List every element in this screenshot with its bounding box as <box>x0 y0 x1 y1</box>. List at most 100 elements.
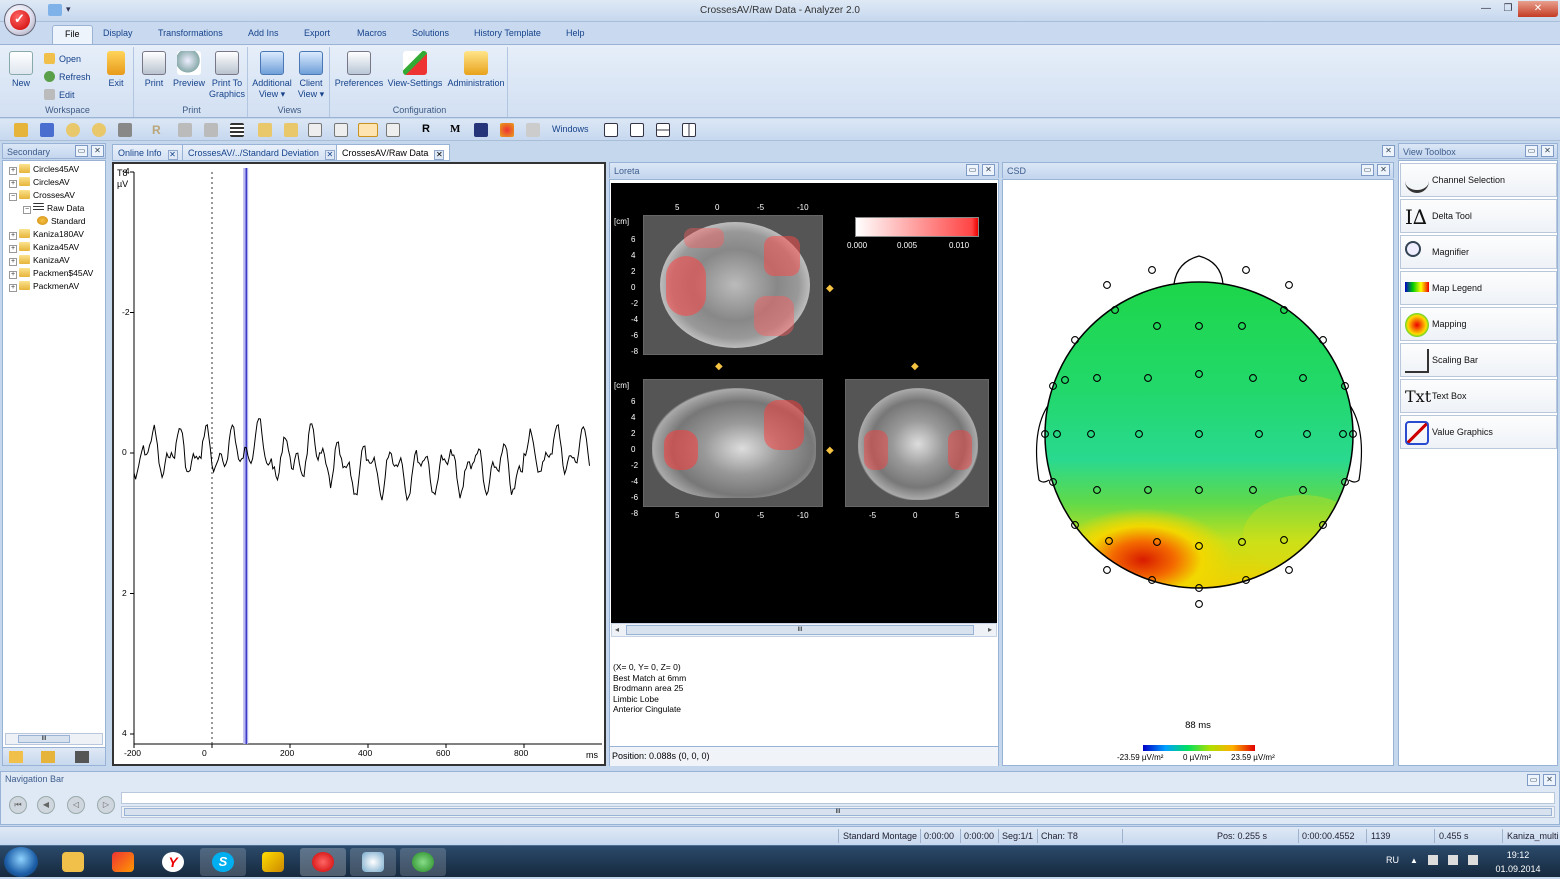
loreta-scrollbar[interactable]: ◂ III ▸ <box>611 623 997 637</box>
secondary-close-button[interactable]: ✕ <box>91 145 104 157</box>
tree-item[interactable]: + Kaniza180AV <box>9 229 84 240</box>
tree-item[interactable]: + KanizaAV <box>9 255 70 266</box>
tree-item[interactable]: Standard <box>37 216 86 226</box>
start-button[interactable] <box>4 847 38 877</box>
tree-item[interactable]: + Circles45AV <box>9 164 79 175</box>
r-bold-icon[interactable]: R <box>422 123 436 137</box>
channels-icon[interactable] <box>230 123 244 137</box>
expander-icon[interactable]: + <box>9 232 17 240</box>
close-icon[interactable]: ✕ <box>434 150 445 160</box>
preferences-button[interactable]: Preferences <box>334 51 384 89</box>
slice-marker-icon[interactable]: ◆ <box>715 361 723 372</box>
expander-icon[interactable]: + <box>9 284 17 292</box>
tray-flag-icon[interactable] <box>1428 855 1438 865</box>
electrode-marker[interactable] <box>1285 566 1293 574</box>
zoom-in-icon[interactable] <box>92 123 106 137</box>
toolbox-pin-button[interactable]: ▭ <box>1525 145 1538 157</box>
navbar-pin-button[interactable]: ▭ <box>1527 774 1540 786</box>
first-page-icon[interactable]: ⏮ <box>9 796 27 814</box>
window-tile-vertical-icon[interactable] <box>682 123 696 137</box>
target-icon[interactable] <box>500 123 514 137</box>
exit-button[interactable]: Exit <box>102 51 130 89</box>
scroll-right-icon[interactable]: ▸ <box>988 625 992 634</box>
reference-icon[interactable]: R <box>152 123 166 137</box>
edit-button[interactable]: Edit <box>44 89 75 101</box>
expander-icon[interactable]: − <box>23 206 31 214</box>
client-view-button[interactable]: Client View ▾ <box>294 51 328 100</box>
wave-icon[interactable] <box>308 123 322 137</box>
electrode-marker[interactable] <box>1103 566 1111 574</box>
language-indicator[interactable]: RU <box>1386 855 1399 865</box>
loreta-pin-button[interactable]: ▭ <box>966 164 979 176</box>
electrode-marker[interactable] <box>1242 266 1250 274</box>
tab-add-ins[interactable]: Add Ins <box>248 28 279 38</box>
tool-delta-tool[interactable]: I∆ Delta Tool <box>1400 199 1557 233</box>
taskbar-yandex[interactable]: Y <box>150 848 196 876</box>
administration-button[interactable]: Administration <box>446 51 506 89</box>
application-menu-button[interactable]: ✓ <box>4 4 36 36</box>
clock-date[interactable]: 01.09.2014 <box>1494 864 1542 874</box>
tree-item[interactable]: + PackmenAV <box>9 281 79 292</box>
tree-item[interactable]: + CirclesAV <box>9 177 70 188</box>
open-button[interactable]: Open <box>44 53 81 65</box>
tool-magnifier[interactable]: Magnifier <box>1400 235 1557 269</box>
secondary-scroll-thumb[interactable]: III <box>18 735 70 743</box>
show-hidden-icons[interactable]: ▲ <box>1410 856 1418 865</box>
scroll-left-icon[interactable]: ◂ <box>615 625 619 634</box>
tab-transformations[interactable]: Transformations <box>158 28 223 38</box>
m-icon[interactable]: M <box>450 123 464 137</box>
tab-file[interactable]: File <box>52 25 93 44</box>
tree-item[interactable]: + Kaniza45AV <box>9 242 79 253</box>
close-icon[interactable]: ✕ <box>324 150 335 160</box>
history-tab-icon[interactable] <box>41 751 55 763</box>
taskbar-app-5[interactable] <box>250 848 296 876</box>
expander-icon[interactable]: + <box>9 258 17 266</box>
arrow-up-icon[interactable] <box>284 123 298 137</box>
taskbar-analyzer[interactable] <box>300 848 346 876</box>
tree-item[interactable]: − Raw Data <box>23 203 84 214</box>
scale-icon[interactable] <box>118 123 132 137</box>
eeg-view[interactable]: T8 µV ms -4-20246 -2000200400600800 <box>112 162 606 879</box>
tab-raw-data[interactable]: CrossesAV/Raw Data ✕ <box>336 144 451 161</box>
close-icon[interactable]: ✕ <box>167 150 178 160</box>
csd-close-button[interactable]: ✕ <box>1377 164 1390 176</box>
folder-tab-icon[interactable] <box>9 751 23 763</box>
tool-text-box[interactable]: Txt Text Box <box>1400 379 1557 413</box>
tab-display[interactable]: Display <box>103 28 133 38</box>
tree-item[interactable]: + Packmen$45AV <box>9 268 93 279</box>
tool-icon[interactable] <box>204 123 218 137</box>
sagittal-slice-frame[interactable] <box>643 379 823 507</box>
minimize-button[interactable]: — <box>1474 1 1498 17</box>
open-icon[interactable] <box>14 123 28 137</box>
expander-icon[interactable]: + <box>9 167 17 175</box>
tab-export[interactable]: Export <box>304 28 330 38</box>
taskbar-explorer[interactable] <box>50 848 96 876</box>
previous-page-icon[interactable]: ◀ <box>37 796 55 814</box>
axial-marker-icon[interactable]: ◆ <box>826 283 834 294</box>
electrode-marker[interactable] <box>1195 600 1203 608</box>
loreta-close-button[interactable]: ✕ <box>982 164 995 176</box>
taskbar-app-2[interactable] <box>100 848 146 876</box>
tool-value-graphics[interactable]: Value Graphics <box>1400 415 1557 449</box>
view-settings-button[interactable]: View-Settings <box>386 51 444 89</box>
tab-standard-deviation[interactable]: CrossesAV/../Standard Deviation ✕ <box>182 144 341 161</box>
toolbox-close-button[interactable]: ✕ <box>1541 145 1554 157</box>
tab-macros[interactable]: Macros <box>357 28 387 38</box>
tab-solutions[interactable]: Solutions <box>412 28 449 38</box>
loreta-scroll-thumb[interactable]: III <box>626 625 974 635</box>
loreta-brain-display[interactable]: [cm] 0.000 0.005 0.010 [cm] ◆ ◆ ◆ ◆ 5 0 -5… <box>611 183 997 623</box>
tab-history-template[interactable]: History Template <box>474 28 541 38</box>
additional-view-button[interactable]: Additional View ▾ <box>252 51 292 100</box>
tray-network-icon[interactable] <box>1448 855 1458 865</box>
navigation-scrollbar[interactable]: III <box>121 806 1555 818</box>
electrode-marker[interactable] <box>1148 266 1156 274</box>
print-to-graphics-button[interactable]: Print To Graphics <box>208 51 246 100</box>
tool-mapping[interactable]: Mapping <box>1400 307 1557 341</box>
electrode-marker[interactable] <box>1285 281 1293 289</box>
expander-icon[interactable]: − <box>9 193 17 201</box>
print-button[interactable]: Print <box>138 51 170 89</box>
navigation-overview[interactable] <box>121 792 1555 804</box>
maximize-button[interactable]: ❐ <box>1496 1 1520 17</box>
filter-icon[interactable] <box>178 123 192 137</box>
csd-pin-button[interactable]: ▭ <box>1361 164 1374 176</box>
